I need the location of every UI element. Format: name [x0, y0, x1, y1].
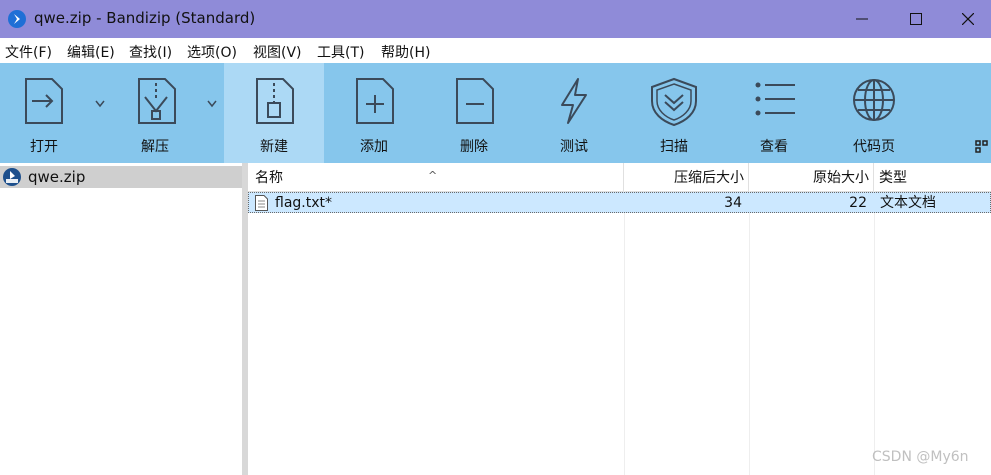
menu-file[interactable]: 文件(F): [5, 42, 52, 62]
menu-find[interactable]: 查找(I): [129, 42, 172, 62]
open-dropdown-arrow[interactable]: [94, 97, 106, 108]
new-archive-icon: [256, 78, 294, 124]
minimize-button[interactable]: [839, 0, 885, 38]
minimize-icon: [856, 18, 868, 20]
toolbar: 打开 解压 新建 添加 删除 测试 扫描 查看 代码页: [0, 63, 991, 163]
grid-icon: [975, 140, 988, 153]
scan-label: 扫描: [660, 139, 688, 155]
codepage-label: 代码页: [853, 139, 895, 155]
file-name: flag.txt*: [275, 195, 332, 211]
column-header-original[interactable]: 原始大小: [749, 163, 874, 191]
view-label: 查看: [760, 139, 788, 155]
maximize-icon: [910, 13, 922, 25]
column-header-type[interactable]: 类型: [874, 163, 991, 191]
menu-view[interactable]: 视图(V): [253, 42, 302, 62]
column-name-label: 名称: [255, 170, 283, 186]
view-button[interactable]: 查看: [724, 63, 824, 163]
column-type-label: 类型: [879, 170, 907, 186]
open-button[interactable]: 打开: [0, 63, 88, 163]
shield-icon: [651, 77, 697, 127]
menu-options[interactable]: 选项(O): [187, 42, 237, 62]
lightning-icon: [561, 78, 587, 124]
scan-button[interactable]: 扫描: [624, 63, 724, 163]
list-icon: [755, 82, 795, 116]
add-file-icon: [356, 78, 394, 124]
open-icon: [25, 78, 63, 124]
menu-bar: 文件(F) 编辑(E) 查找(I) 选项(O) 视图(V) 工具(T) 帮助(H…: [0, 38, 991, 63]
delete-file-icon: [456, 78, 494, 124]
column-compressed-label: 压缩后大小: [674, 170, 744, 186]
watermark-text: CSDN @My6n: [872, 449, 969, 465]
text-file-icon: [255, 195, 268, 211]
add-button[interactable]: 添加: [324, 63, 424, 163]
test-label: 测试: [560, 139, 588, 155]
layout-toggle[interactable]: [975, 140, 989, 158]
column-header-compressed[interactable]: 压缩后大小: [624, 163, 749, 191]
column-header-name[interactable]: 名称 ^: [248, 163, 624, 191]
file-type: 文本文档: [880, 195, 936, 211]
tree-item-label: qwe.zip: [28, 168, 86, 186]
globe-icon: [853, 79, 895, 121]
file-list: 名称 ^ 压缩后大小 原始大小 类型 flag.txt* 34 22 文本文档: [248, 163, 991, 475]
column-divider: [749, 191, 750, 475]
sort-ascending-icon: ^: [428, 169, 438, 182]
menu-help[interactable]: 帮助(H): [381, 42, 430, 62]
chevron-down-icon: [95, 100, 105, 108]
open-label: 打开: [30, 139, 58, 155]
menu-edit[interactable]: 编辑(E): [67, 42, 115, 62]
close-icon: [962, 13, 974, 25]
table-row[interactable]: flag.txt* 34 22 文本文档: [248, 192, 991, 213]
folder-tree: qwe.zip: [0, 163, 242, 475]
add-label: 添加: [360, 139, 388, 155]
file-original-size: 22: [849, 195, 867, 211]
delete-button[interactable]: 删除: [424, 63, 524, 163]
bandizip-app-icon: [8, 10, 26, 28]
test-button[interactable]: 测试: [524, 63, 624, 163]
zip-archive-icon: [3, 168, 21, 186]
new-archive-button[interactable]: 新建: [224, 63, 324, 163]
extract-dropdown-arrow[interactable]: [206, 97, 218, 108]
codepage-button[interactable]: 代码页: [824, 63, 924, 163]
title-bar: qwe.zip - Bandizip (Standard): [0, 0, 991, 38]
column-divider: [624, 191, 625, 475]
tree-item-archive[interactable]: qwe.zip: [0, 166, 242, 188]
extract-label: 解压: [141, 139, 169, 155]
column-divider: [874, 191, 875, 475]
maximize-button[interactable]: [893, 0, 939, 38]
delete-label: 删除: [460, 139, 488, 155]
window-title: qwe.zip - Bandizip (Standard): [34, 9, 256, 27]
menu-tools[interactable]: 工具(T): [317, 42, 364, 62]
file-list-header: 名称 ^ 压缩后大小 原始大小 类型: [248, 163, 991, 192]
close-button[interactable]: [945, 0, 991, 38]
chevron-down-icon: [207, 100, 217, 108]
new-label: 新建: [260, 139, 288, 155]
extract-button[interactable]: 解压: [110, 63, 200, 163]
extract-icon: [138, 78, 176, 124]
file-compressed-size: 34: [724, 195, 742, 211]
column-original-label: 原始大小: [813, 170, 869, 186]
